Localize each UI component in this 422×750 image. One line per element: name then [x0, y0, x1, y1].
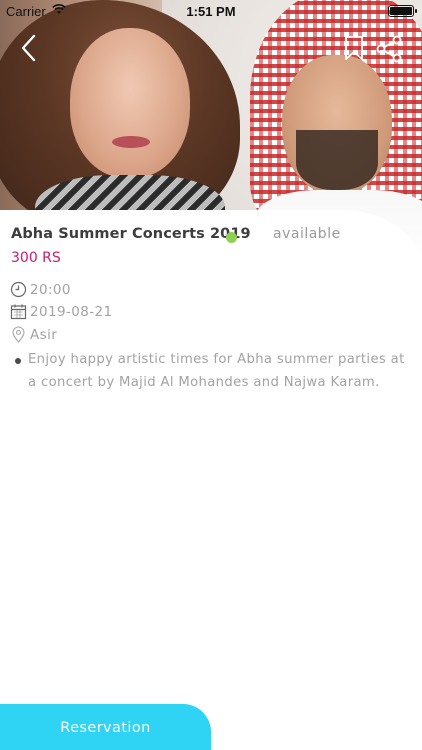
battery-icon: [388, 5, 417, 17]
event-time: 20:00: [30, 281, 71, 298]
clock-icon: [10, 281, 27, 298]
event-date: 2019-08-21: [30, 303, 113, 320]
bookmark-icon[interactable]: [342, 34, 366, 62]
availability-indicator: [226, 232, 237, 243]
location-pin-icon: [10, 326, 27, 343]
event-date-row: 2019-08-21: [10, 303, 112, 320]
event-time-row: 20:00: [10, 281, 71, 298]
event-location-row: Asir: [10, 326, 57, 343]
event-title: Abha Summer Concerts 2019: [11, 226, 251, 242]
share-icon[interactable]: [374, 34, 404, 64]
event-location: Asir: [30, 326, 58, 343]
reservation-button[interactable]: Reservation: [0, 704, 211, 750]
calendar-icon: [10, 303, 27, 320]
event-price: 300 RS: [11, 250, 61, 266]
chevron-left-icon[interactable]: [18, 34, 42, 62]
clock-time: 1:51 PM: [186, 4, 236, 19]
status-bar: Carrier 1:51 PM: [0, 0, 422, 22]
event-description: Enjoy happy artistic times for Abha summ…: [28, 352, 405, 390]
description-bullet: [15, 358, 21, 364]
availability-label: available: [273, 226, 341, 242]
